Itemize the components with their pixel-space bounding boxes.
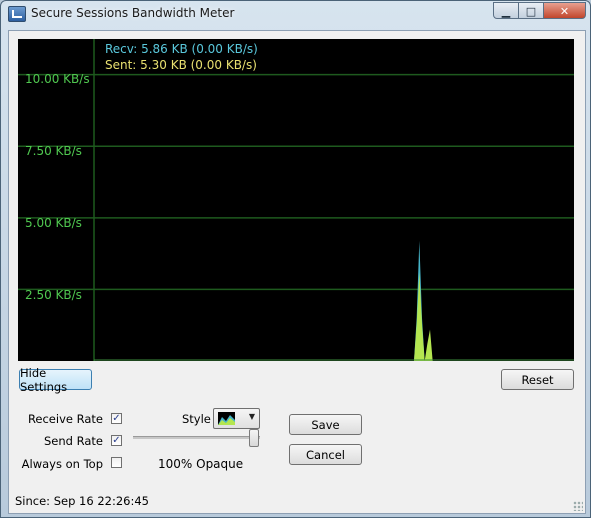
since-status: Since: Sep 16 22:26:45 [15, 494, 149, 508]
app-window: Secure Sessions Bandwidth Meter ▁ □ ✕ Re… [0, 0, 591, 518]
minimize-button[interactable]: ▁ [493, 2, 519, 19]
y-tick-label: 7.50 KB/s [25, 144, 82, 158]
graph-style-icon [218, 412, 235, 425]
hide-settings-button[interactable]: Hide Settings [19, 366, 92, 394]
app-icon [8, 6, 26, 22]
cancel-button[interactable]: Cancel [289, 444, 362, 465]
title-bar[interactable]: Secure Sessions Bandwidth Meter ▁ □ ✕ [1, 1, 590, 27]
close-button[interactable]: ✕ [543, 2, 586, 19]
send-rate-checkbox[interactable]: ✓ [111, 435, 122, 446]
recv-label: Recv: 5.86 KB (0.00 KB/s) [105, 42, 258, 56]
receive-rate-checkbox[interactable]: ✓ [111, 413, 122, 424]
y-tick-label: 10.00 KB/s [25, 72, 90, 86]
y-tick-label: 5.00 KB/s [25, 216, 82, 230]
save-button[interactable]: Save [289, 414, 362, 435]
series-sent-area [94, 272, 574, 361]
opacity-slider-thumb[interactable] [249, 429, 259, 447]
y-tick-label: 2.50 KB/s [25, 288, 82, 302]
resize-grip-icon[interactable] [573, 501, 583, 511]
receive-rate-label: Receive Rate [27, 412, 103, 426]
window-title: Secure Sessions Bandwidth Meter [31, 6, 235, 20]
graph-canvas [18, 39, 574, 361]
style-label: Style [182, 412, 211, 426]
maximize-button[interactable]: □ [518, 2, 544, 19]
chevron-down-icon: ▼ [248, 412, 255, 421]
client-area: Recv: 5.86 KB (0.00 KB/s) Sent: 5.30 KB … [8, 30, 586, 514]
style-dropdown[interactable]: ▼ [213, 408, 260, 429]
send-rate-label: Send Rate [44, 434, 103, 448]
reset-button[interactable]: Reset [501, 369, 574, 390]
series-recv-area [94, 240, 574, 361]
opacity-slider-track[interactable] [133, 436, 260, 439]
sent-label: Sent: 5.30 KB (0.00 KB/s) [105, 58, 257, 72]
always-on-top-label: Always on Top [21, 457, 103, 471]
bandwidth-graph: Recv: 5.86 KB (0.00 KB/s) Sent: 5.30 KB … [18, 39, 574, 361]
always-on-top-checkbox[interactable] [111, 457, 122, 468]
opacity-value-label: 100% Opaque [158, 457, 244, 471]
